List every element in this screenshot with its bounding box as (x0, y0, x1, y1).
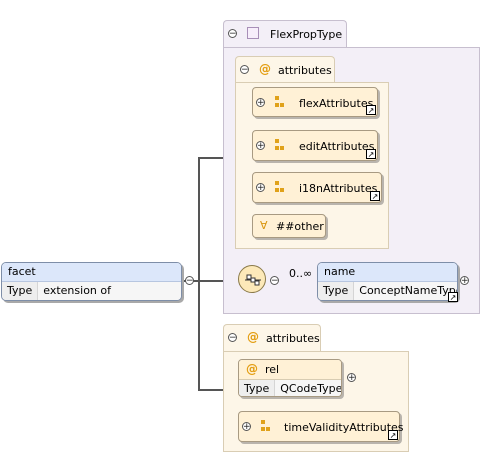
reference-icon[interactable]: ↗ (448, 292, 458, 302)
sequence-multiplicity: 0..∞ (289, 267, 313, 280)
collapse-icon[interactable]: − (228, 333, 237, 343)
reference-icon[interactable]: ↗ (366, 149, 376, 159)
bottom-attributes-label: attributes (266, 332, 320, 345)
reference-icon[interactable]: ↗ (388, 430, 398, 440)
flexproptype-tab: − FlexPropType (223, 20, 347, 48)
facet-element-name: facet (2, 263, 181, 282)
rel-attribute-name: rel (265, 363, 280, 376)
collapse-icon[interactable]: − (185, 276, 194, 286)
any-attribute-item[interactable]: ∀ ##other (252, 214, 326, 238)
connector-line (198, 157, 224, 159)
attribute-icon: @ (259, 62, 271, 76)
attribute-group-label: timeValidityAttributes (284, 421, 404, 434)
attribute-group-item[interactable]: + editAttributes ↗ (252, 130, 378, 161)
sequence-compositor-icon[interactable] (238, 265, 266, 293)
attribute-group-icon (275, 139, 284, 151)
connector-line (198, 157, 200, 391)
attribute-group-item[interactable]: + timeValidityAttributes ↗ (238, 411, 404, 442)
attribute-group-item[interactable]: + flexAttributes ↗ (252, 87, 378, 117)
facet-type-value: extension of 'FlexPropType' (38, 282, 181, 300)
collapse-icon[interactable]: − (228, 29, 237, 39)
attribute-group-label: flexAttributes (299, 97, 374, 110)
expand-icon[interactable]: + (256, 183, 265, 193)
attribute-group-label: editAttributes (299, 140, 375, 153)
name-type-value: ConceptNameType (354, 282, 457, 300)
attribute-group-icon (275, 181, 284, 193)
expand-icon[interactable]: + (256, 141, 265, 151)
any-attribute-label: ##other (276, 220, 324, 233)
attribute-icon: @ (246, 362, 258, 376)
rel-type-key: Type (239, 380, 276, 396)
top-attributes-tab: − @ attributes (235, 56, 335, 83)
reference-icon[interactable]: ↗ (370, 191, 380, 201)
name-element-name: name (318, 263, 457, 282)
sequence-icon (245, 274, 261, 286)
expand-icon[interactable]: + (347, 373, 356, 383)
attribute-group-item[interactable]: + i18nAttributes ↗ (252, 172, 382, 203)
collapse-icon[interactable]: − (240, 65, 249, 75)
complex-type-icon (247, 27, 259, 39)
rel-attribute[interactable]: @ rel Type QCodeType (238, 359, 342, 397)
reference-icon[interactable]: ↗ (366, 105, 376, 115)
facet-type-key: Type (2, 282, 39, 300)
attribute-group-label: i18nAttributes (299, 182, 378, 195)
collapse-icon[interactable]: − (270, 276, 279, 286)
top-attributes-label: attributes (278, 64, 332, 77)
expand-icon[interactable]: + (242, 422, 251, 432)
bottom-attributes-tab: − @ attributes (223, 324, 321, 352)
attribute-group-icon (275, 96, 284, 108)
expand-icon[interactable]: + (256, 98, 265, 108)
name-type-key: Type (318, 282, 355, 300)
connector-line (198, 389, 224, 391)
expand-icon[interactable]: + (460, 276, 469, 286)
flexproptype-label: FlexPropType (270, 28, 343, 41)
name-element[interactable]: name Type ConceptNameType (317, 262, 458, 301)
facet-element[interactable]: facet Type extension of 'FlexPropType' (1, 262, 182, 301)
attribute-group-icon (261, 420, 270, 432)
any-attribute-icon: ∀ (260, 219, 268, 232)
rel-type-value: QCodeType (275, 380, 341, 396)
attribute-icon: @ (247, 330, 259, 344)
